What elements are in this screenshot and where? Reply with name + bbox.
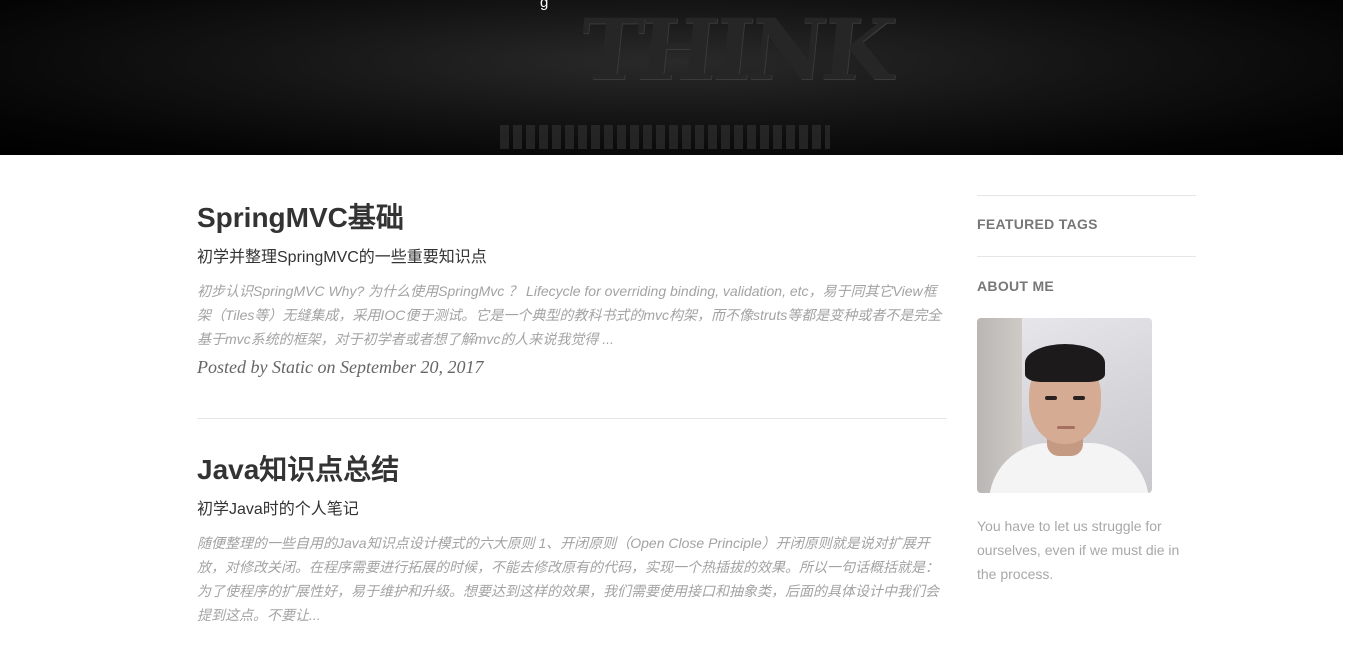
post-title-link[interactable]: Java知识点总结 xyxy=(197,454,947,486)
post-subtitle[interactable]: 初学Java时的个人笔记 xyxy=(197,500,947,519)
header-banner: THINK g xyxy=(0,0,1343,155)
banner-word: THINK xyxy=(574,0,897,99)
post-excerpt[interactable]: 随便整理的一些自用的Java知识点设计模式的六大原则 1、开闭原则（Open C… xyxy=(197,531,947,627)
about-me-text: You have to let us struggle for ourselve… xyxy=(977,518,1180,582)
nav-item-partial[interactable]: g xyxy=(540,0,548,11)
post-excerpt[interactable]: 初步认识SpringMVC Why? 为什么使用SpringMvc ？ Life… xyxy=(197,279,947,351)
avatar-hair xyxy=(1025,344,1105,382)
post-preview: SpringMVC基础 初学并整理SpringMVC的一些重要知识点 初步认识S… xyxy=(197,202,947,418)
sidebar: FEATURED TAGS ABOUT ME You have to let u… xyxy=(977,195,1196,586)
avatar-mouth xyxy=(1057,426,1075,429)
post-preview: Java知识点总结 初学Java时的个人笔记 随便整理的一些自用的Java知识点… xyxy=(197,417,947,653)
featured-tags-section: FEATURED TAGS xyxy=(977,195,1196,232)
featured-tags-heading: FEATURED TAGS xyxy=(977,216,1098,232)
banner-subtext-decoration xyxy=(500,125,830,149)
banner-artwork: THINK xyxy=(500,0,896,155)
post-list: SpringMVC基础 初学并整理SpringMVC的一些重要知识点 初步认识S… xyxy=(197,195,947,653)
avatar-eye-right xyxy=(1073,396,1085,400)
about-me-heading: ABOUT ME xyxy=(977,278,1055,294)
avatar-eye-left xyxy=(1045,396,1057,400)
about-me-section: ABOUT ME You have to let us struggle for… xyxy=(977,256,1196,586)
post-meta: Posted by Static on September 20, 2017 xyxy=(197,356,484,377)
avatar[interactable] xyxy=(977,318,1152,493)
post-title-link[interactable]: SpringMVC基础 xyxy=(197,202,947,234)
post-subtitle[interactable]: 初学并整理SpringMVC的一些重要知识点 xyxy=(197,248,947,267)
